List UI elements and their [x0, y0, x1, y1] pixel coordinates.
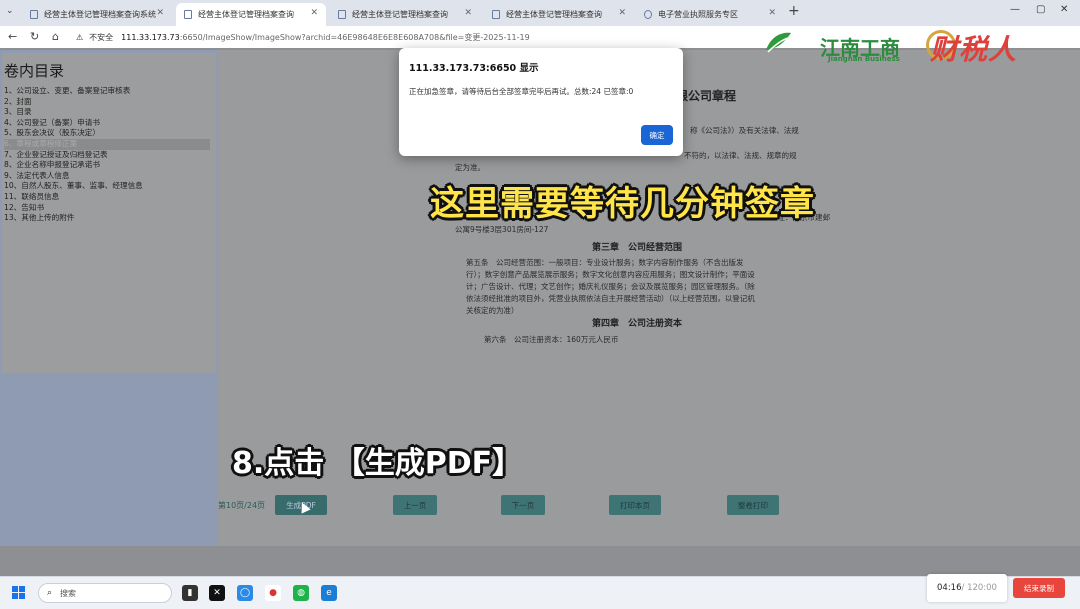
- back-icon[interactable]: ←: [8, 30, 17, 43]
- reload-icon[interactable]: ↻: [30, 30, 39, 43]
- close-icon[interactable]: ✕: [310, 8, 318, 18]
- total-time: / 120:00: [961, 583, 997, 593]
- dialog-title: 111.33.173.73:6650 显示: [409, 63, 539, 74]
- tab-label: 经营主体登记管理档案查询系统: [44, 10, 156, 19]
- document-line: 称《公司法》）及有关法律、法规: [690, 126, 799, 135]
- maximize-icon[interactable]: ▢: [1036, 4, 1045, 15]
- end-recording-button[interactable]: 结束录制: [1013, 578, 1065, 598]
- page-icon: [492, 10, 500, 19]
- close-icon[interactable]: ✕: [156, 8, 164, 18]
- catalog-item[interactable]: 4、公司登记（备案）申请书: [4, 118, 210, 129]
- tab-archive-query-3[interactable]: 经营主体登记管理档案查询 ✕: [484, 3, 634, 26]
- chapter-heading: 第四章 公司注册资本: [592, 319, 683, 329]
- recording-timer: 04:16 / 120:00: [927, 574, 1007, 602]
- tab-e-license[interactable]: 电子营业执照服务专区 ✕: [636, 3, 784, 26]
- document-title: 限公司章程: [676, 89, 737, 103]
- catalog-item[interactable]: 9、法定代表人信息: [4, 171, 210, 182]
- tab-archive-query-active[interactable]: 经营主体登记管理档案查询 ✕: [176, 3, 326, 26]
- page-icon: [184, 10, 192, 19]
- print-all-button[interactable]: 整卷打印: [727, 495, 779, 515]
- tab-label: 经营主体登记管理档案查询: [198, 10, 294, 19]
- caption-top: 这里需要等待几分钟签章: [430, 184, 815, 224]
- catalog-item[interactable]: 2、封面: [4, 97, 210, 108]
- close-icon[interactable]: ✕: [464, 8, 472, 18]
- globe-icon: [644, 10, 652, 19]
- jiangnan-logo: 江南工商 Jiangnan Business: [762, 24, 912, 63]
- document-line: 关核定的为准）: [466, 306, 519, 315]
- user-app-icon[interactable]: ●: [265, 585, 281, 601]
- previous-page-button[interactable]: 上一页: [393, 495, 437, 515]
- catalog-item[interactable]: 7、企业登记授证及归档登记表: [4, 150, 210, 161]
- catalog-title: 卷内目录: [4, 62, 65, 80]
- document-line: 第六条 公司注册资本：160万元人民币: [484, 335, 619, 344]
- home-icon[interactable]: ⌂: [52, 30, 59, 43]
- next-page-button[interactable]: 下一页: [501, 495, 545, 515]
- tab-label: 经营主体登记管理档案查询: [506, 10, 602, 19]
- tab-label: 电子营业执照服务专区: [658, 10, 738, 19]
- page-icon: [338, 10, 346, 19]
- window-close-icon[interactable]: ✕: [1060, 4, 1068, 15]
- document-line: 计；广告设计、代理；文艺创作；婚庆礼仪服务；会议及展览服务；园区管理服务。（除: [466, 282, 755, 291]
- close-icon[interactable]: ✕: [768, 8, 776, 18]
- url-field[interactable]: ⚠ 不安全 111.33.173.73 :6650/ImageShow/Imag…: [76, 29, 756, 45]
- document-line: 第五条 公司经营范围：一般项目：专业设计服务；数字内容制作服务（不含出版发: [466, 258, 744, 267]
- url-path: :6650/ImageShow/ImageShow?archid=46E9864…: [179, 32, 530, 42]
- dialog-message: 正在加急签章，请等待后台全部签章完毕后再试。总数:24 已签章:0: [409, 87, 634, 96]
- security-label: 不安全: [89, 32, 114, 42]
- caption-bottom: 8.点击 【生成PDF】: [232, 446, 523, 481]
- catalog-item[interactable]: 1、公司设立、变更、备案登记审核表: [4, 86, 210, 97]
- catalog-item[interactable]: 3、目录: [4, 107, 210, 118]
- new-tab-button[interactable]: +: [788, 3, 800, 19]
- minimize-icon[interactable]: —: [1010, 4, 1020, 15]
- catalog-item[interactable]: 12、告知书: [4, 203, 210, 214]
- task-view-icon[interactable]: ▮: [182, 585, 198, 601]
- url-host: 111.33.173.73: [121, 32, 180, 42]
- logo-text: 财税人: [930, 33, 1018, 66]
- warning-icon: ⚠: [76, 32, 84, 42]
- elapsed-time: 04:16: [937, 583, 962, 593]
- search-icon: ⌕: [47, 588, 53, 598]
- leaf-icon: [766, 32, 791, 53]
- catalog-item[interactable]: 5、股东会决议（股东决定）: [4, 128, 210, 139]
- tab-archive-system[interactable]: 经营主体登记管理档案查询系统 ✕: [22, 3, 172, 26]
- document-line: 公寓9号楼3层301房间-127: [455, 225, 549, 234]
- page-counter: 第10页/24页: [218, 501, 266, 510]
- windows-start-icon[interactable]: [12, 586, 26, 600]
- caishui-logo: 财税人: [920, 24, 1060, 66]
- search-placeholder: 搜索: [60, 588, 77, 598]
- document-line: 不符的，以法律、法规、规章的规: [684, 151, 797, 160]
- edge-browser-icon[interactable]: e: [321, 585, 337, 601]
- catalog-list: 1、公司设立、变更、备案登记审核表 2、封面 3、目录 4、公司登记（备案）申请…: [4, 86, 210, 224]
- wechat-icon[interactable]: ◍: [293, 585, 309, 601]
- page-icon: [30, 10, 38, 19]
- catalog-item[interactable]: 11、联络员信息: [4, 192, 210, 203]
- chapter-heading: 第三章 公司经营范围: [592, 243, 683, 253]
- print-page-button[interactable]: 打印本页: [609, 495, 661, 515]
- catalog-item-selected[interactable]: 6、章程或章程修正案: [4, 138, 210, 150]
- tab-label: 经营主体登记管理档案查询: [352, 10, 448, 19]
- close-icon[interactable]: ✕: [618, 8, 626, 18]
- catalog-item[interactable]: 13、其他上传的附件: [4, 213, 210, 224]
- dialog-ok-button[interactable]: 确定: [641, 125, 673, 145]
- document-line: 定为准。: [455, 163, 485, 172]
- catalog-item[interactable]: 10、自然人股东、董事、监事、经理信息: [4, 181, 210, 192]
- tab-archive-query-2[interactable]: 经营主体登记管理档案查询 ✕: [330, 3, 480, 26]
- tab-list-chevron-icon[interactable]: ⌄: [6, 6, 14, 16]
- document-line: 行）；数字创意产品展览展示服务；数字文化创意内容应用服务；图文设计制作；平面设: [466, 270, 755, 279]
- document-line: 依法须经批准的项目外，凭营业执照依法自主开展经营活动）（以上经营范围，以登记机: [466, 294, 755, 303]
- logo-subtext: Jiangnan Business: [828, 55, 900, 63]
- capcut-icon[interactable]: ✕: [209, 585, 225, 601]
- taskbar-search-input[interactable]: ⌕ 搜索: [38, 583, 172, 603]
- catalog-item[interactable]: 8、企业名称申报登记承诺书: [4, 160, 210, 171]
- chat-app-icon[interactable]: ◯: [237, 585, 253, 601]
